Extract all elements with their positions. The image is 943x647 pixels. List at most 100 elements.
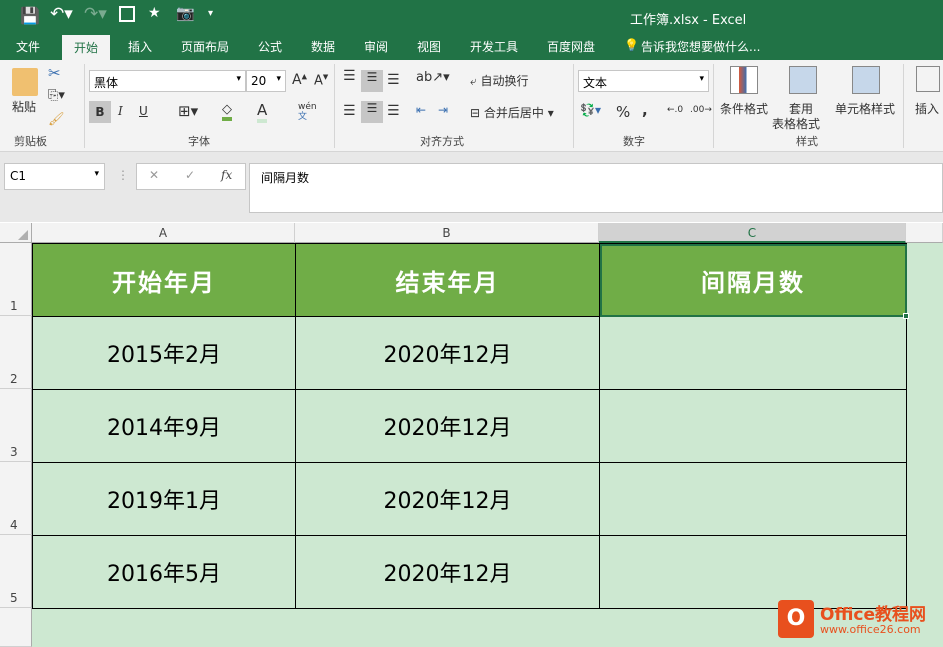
tab-home[interactable]: 开始 [62,35,111,60]
font-size-value: 20 [251,74,267,88]
undo-icon[interactable]: ↶▾ [50,4,73,24]
column-header-b[interactable]: B [295,223,599,243]
insert-function-button[interactable]: fx [221,168,232,182]
redo-icon[interactable]: ↷▾ [84,4,107,24]
name-box-value: C1 [10,169,27,183]
tab-data[interactable]: 数据 [311,38,335,55]
orientation-icon[interactable]: ab↗▾ [416,70,450,85]
number-format-select[interactable]: 文本 ▾ [578,70,709,92]
align-left-icon[interactable]: ☰ [343,103,356,119]
row-header-1[interactable]: 1 [0,243,32,316]
paste-button[interactable]: 粘贴 [12,98,36,115]
cell-b3[interactable]: 2020年12月 [296,390,600,463]
save-icon[interactable]: 💾 [20,6,40,25]
cell-a1[interactable]: 开始年月 [33,244,296,317]
table-format-button[interactable]: 表格格式 [772,115,820,132]
format-painter-icon[interactable]: 🖌 [48,112,65,127]
fill-color-icon[interactable]: ◇ [222,102,232,121]
tab-insert[interactable]: 插入 [128,38,152,55]
decrease-indent-icon[interactable]: ⇤ [416,103,426,117]
cell-b1[interactable]: 结束年月 [296,244,600,317]
cell-c3[interactable] [600,390,907,463]
increase-indent-icon[interactable]: ⇥ [438,103,448,117]
font-color-icon[interactable]: A [257,101,268,123]
customize-icon[interactable]: ▾ [208,8,213,19]
italic-button[interactable]: I [118,104,123,118]
column-header-c[interactable]: C [599,223,906,243]
tab-review[interactable]: 审阅 [364,38,388,55]
wrap-text-button[interactable]: ⤶ 自动换行 [470,72,529,89]
touch-mode-icon[interactable] [119,6,135,22]
border-icon[interactable]: ⊞▾ [178,102,198,120]
shrink-font-icon[interactable]: A▼ [314,73,328,88]
cell-b2[interactable]: 2020年12月 [296,317,600,390]
cell-b5[interactable]: 2020年12月 [296,536,600,609]
conditional-format-button[interactable]: 条件格式 [720,100,768,117]
table-format-icon[interactable] [789,66,817,94]
grow-font-icon[interactable]: A▲ [292,72,307,88]
enter-icon[interactable]: ✓ [185,168,195,182]
cell-styles-button[interactable]: 单元格样式 [835,100,895,117]
align-center-icon[interactable]: ☰ [361,101,383,123]
bold-button[interactable]: B [89,101,111,123]
cut-icon[interactable]: ✂ [48,64,61,82]
font-name-select[interactable]: 黑体 ▾ [89,70,246,92]
cell-a4[interactable]: 2019年1月 [33,463,296,536]
cell-c4[interactable] [600,463,907,536]
column-header-d[interactable] [906,223,943,243]
cell-styles-icon[interactable] [852,66,880,94]
select-all-button[interactable] [0,223,32,243]
underline-button[interactable]: U [139,104,148,118]
row-header-6[interactable] [0,608,32,647]
align-bottom-icon[interactable]: ☰ [387,72,400,88]
group-alignment: 对齐方式 [420,135,464,148]
tab-view[interactable]: 视图 [417,38,441,55]
font-name-value: 黑体 [94,76,119,90]
align-top-icon[interactable]: ☰ [343,68,356,84]
formula-bar-area: C1 ▾ ⋮ ✕ ✓ fx 间隔月数 [0,152,943,222]
increase-decimal-icon[interactable]: ←.0 [667,105,683,115]
tab-page-layout[interactable]: 页面布局 [181,38,229,55]
currency-icon[interactable]: 💱▾ [580,103,601,117]
insert-cells-icon[interactable] [916,66,940,92]
formula-input[interactable]: 间隔月数 [249,163,943,213]
cell-a5[interactable]: 2016年5月 [33,536,296,609]
cell-a3[interactable]: 2014年9月 [33,390,296,463]
tab-formulas[interactable]: 公式 [258,38,282,55]
percent-button[interactable]: % [616,103,630,121]
insert-cells-button[interactable]: 插入 [915,100,939,117]
form-icon[interactable]: ★ [148,5,161,21]
window-title: 工作簿.xlsx - Excel [630,13,747,28]
name-box[interactable]: C1 ▾ [4,163,105,190]
align-right-icon[interactable]: ☰ [387,103,400,119]
comma-button[interactable]: , [642,101,648,119]
tab-baidu[interactable]: 百度网盘 [547,38,595,55]
cell-c2[interactable] [600,317,907,390]
align-middle-icon[interactable]: ☰ [361,70,383,92]
title-bar: 💾 ↶▾ ↷▾ ★ 📷 ▾ 工作簿.xlsx - Excel [0,0,943,33]
group-font: 字体 [188,135,210,148]
tab-file[interactable]: 文件 [16,38,40,55]
merge-center-button[interactable]: ⊟ 合并后居中 ▾ [470,104,554,121]
phonetic-icon[interactable]: wén 文 [298,102,317,122]
tell-me-search[interactable]: 告诉我您想要做什么... [641,38,760,55]
font-size-select[interactable]: 20 ▾ [246,70,286,92]
fill-handle[interactable] [903,313,909,319]
conditional-format-icon[interactable] [730,66,758,94]
camera-icon[interactable]: 📷 [176,4,195,22]
group-styles: 样式 [796,135,818,148]
row-header-2[interactable]: 2 [0,316,32,389]
column-header-a[interactable]: A [32,223,295,243]
row-header-3[interactable]: 3 [0,389,32,462]
decrease-decimal-icon[interactable]: .00→ [690,105,712,115]
cell-b4[interactable]: 2020年12月 [296,463,600,536]
copy-icon[interactable]: ⎘▾ [48,88,65,103]
cell-c1-selected[interactable]: 间隔月数 [600,244,907,317]
cell-a2[interactable]: 2015年2月 [33,317,296,390]
row-header-4[interactable]: 4 [0,462,32,535]
paste-icon[interactable] [12,68,38,96]
tab-developer[interactable]: 开发工具 [470,38,518,55]
row-header-5[interactable]: 5 [0,535,32,608]
watermark: O Office教程网 www.office26.com [778,598,938,642]
cancel-icon[interactable]: ✕ [149,168,159,182]
